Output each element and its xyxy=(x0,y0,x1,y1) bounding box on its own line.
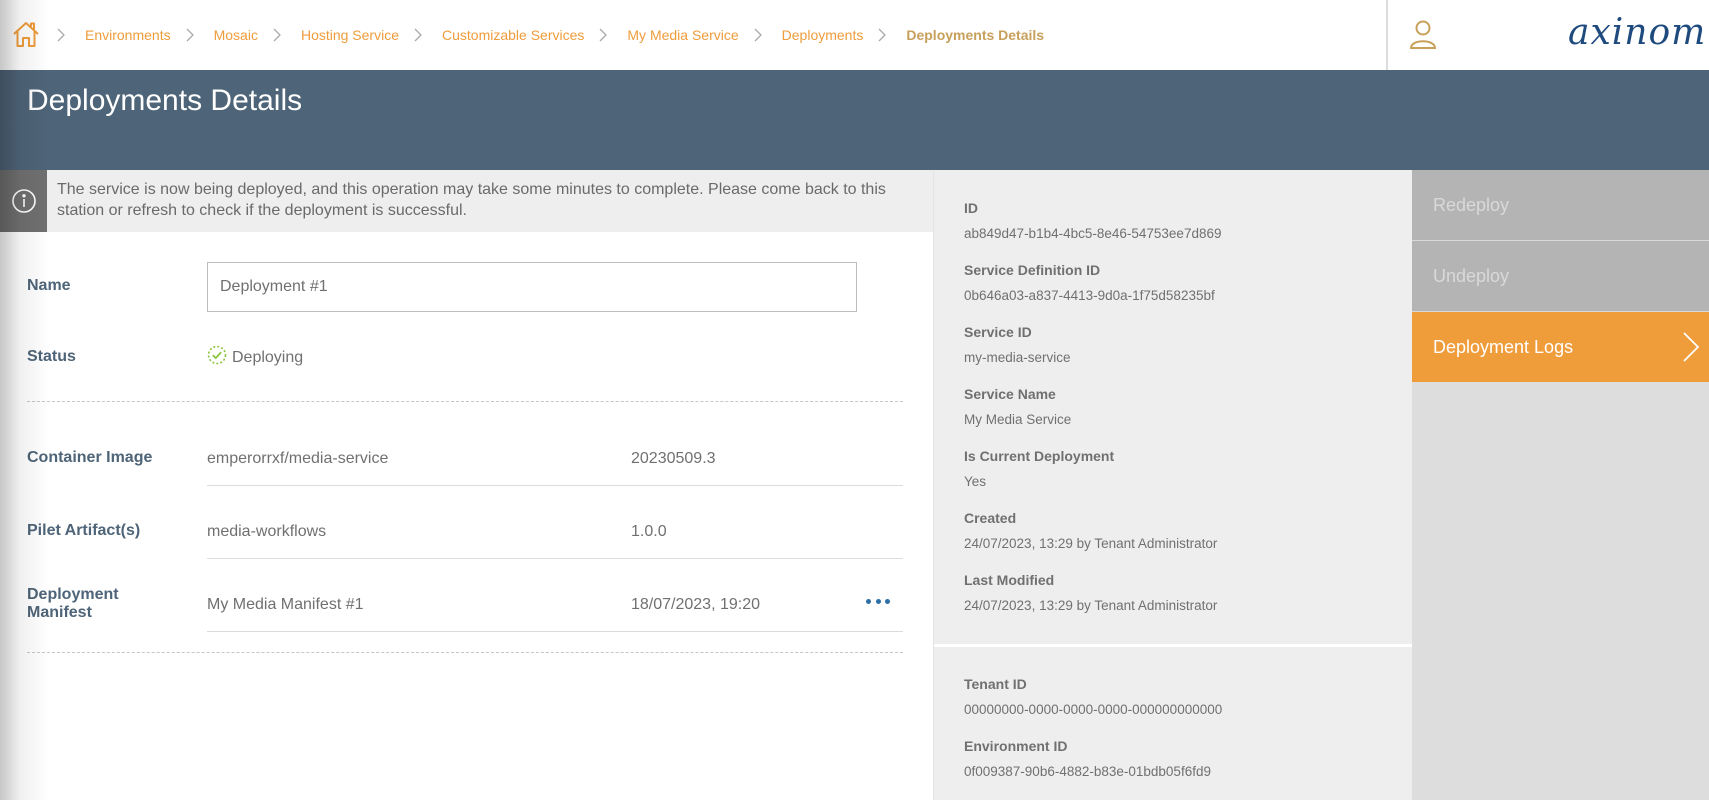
section-divider xyxy=(27,401,903,402)
home-icon[interactable] xyxy=(12,20,40,48)
detail-last-modified-label: Last Modified xyxy=(964,572,1055,588)
redeploy-button[interactable]: Redeploy xyxy=(1412,170,1709,240)
breadcrumb-separator-icon xyxy=(407,28,429,42)
breadcrumb-separator-icon xyxy=(266,28,288,42)
detail-is-current-deployment-value: Yes xyxy=(964,474,987,489)
detail-environment-id-value: 0f009387-90b6-4882-b83e-01bdb05f6fd9 xyxy=(964,764,1211,779)
deployment-manifest-date: 18/07/2023, 19:20 xyxy=(631,596,761,613)
deployment-manifest-label: Deployment Manifest xyxy=(27,586,119,622)
chevron-right-icon xyxy=(1681,331,1701,363)
deploying-check-icon xyxy=(207,345,227,370)
breadcrumb-hosting-service[interactable]: Hosting Service xyxy=(301,27,399,43)
detail-service-name-value: My Media Service xyxy=(964,412,1072,427)
pilet-artifact-name: media-workflows xyxy=(207,523,327,540)
detail-environment-id-label: Environment ID xyxy=(964,738,1068,754)
breadcrumb-separator-icon xyxy=(592,28,614,42)
deployment-manifest-label-line2: Manifest xyxy=(27,604,92,621)
info-banner-text: The service is now being deployed, and t… xyxy=(57,181,886,219)
detail-id-value: ab849d47-b1b4-4bc5-8e46-54753ee7d869 xyxy=(964,226,1222,241)
detail-is-current-deployment-label: Is Current Deployment xyxy=(964,448,1115,464)
detail-service-id-label: Service ID xyxy=(964,324,1032,340)
detail-tenant-id-value: 00000000-0000-0000-0000-000000000000 xyxy=(964,702,1223,717)
name-label: Name xyxy=(27,277,71,294)
detail-service-name-label: Service Name xyxy=(964,386,1056,402)
main-form: The service is now being deployed, and t… xyxy=(0,170,933,800)
detail-created-value: 24/07/2023, 13:29 by Tenant Administrato… xyxy=(964,536,1218,551)
detail-service-definition-id-label: Service Definition ID xyxy=(964,262,1101,278)
details-panel: ID ab849d47-b1b4-4bc5-8e46-54753ee7d869 … xyxy=(933,170,1413,800)
breadcrumb-my-media-service[interactable]: My Media Service xyxy=(627,27,738,43)
detail-last-modified-value: 24/07/2023, 13:29 by Tenant Administrato… xyxy=(964,598,1218,613)
detail-service-definition-id-value: 0b646a03-a837-4413-9d0a-1f75d58235bf xyxy=(964,288,1215,303)
details-separator xyxy=(934,644,1413,647)
info-icon xyxy=(0,170,47,232)
more-options-icon[interactable] xyxy=(866,596,890,606)
container-image-label: Container Image xyxy=(27,449,153,466)
undeploy-button-label: Undeploy xyxy=(1433,265,1510,286)
section-divider xyxy=(27,652,903,653)
breadcrumb-separator-icon xyxy=(747,28,769,42)
info-banner: The service is now being deployed, and t… xyxy=(0,170,933,232)
top-header: Environments Mosaic Hosting Service Cust… xyxy=(0,0,1709,70)
breadcrumb-mosaic[interactable]: Mosaic xyxy=(214,27,258,43)
container-image-name: emperorrxf/media-service xyxy=(207,450,389,467)
breadcrumb-customizable-services[interactable]: Customizable Services xyxy=(442,27,584,43)
status-text: Deploying xyxy=(232,348,304,366)
page-title: Deployments Details xyxy=(27,84,303,117)
breadcrumb-separator-icon xyxy=(179,28,201,42)
breadcrumb-separator-icon xyxy=(50,28,72,42)
user-icon[interactable] xyxy=(1408,19,1438,51)
redeploy-button-label: Redeploy xyxy=(1433,194,1510,215)
detail-id-label: ID xyxy=(964,200,978,216)
row-divider xyxy=(207,485,903,486)
deployment-logs-button-label: Deployment Logs xyxy=(1433,336,1574,357)
status-value: Deploying xyxy=(207,345,303,370)
status-label: Status xyxy=(27,348,76,365)
row-divider xyxy=(207,558,903,559)
breadcrumb-separator-icon xyxy=(871,28,893,42)
deployment-manifest-label-line1: Deployment xyxy=(27,586,119,603)
undeploy-button[interactable]: Undeploy xyxy=(1412,241,1709,311)
detail-service-id-value: my-media-service xyxy=(964,350,1071,365)
deployment-manifest-name: My Media Manifest #1 xyxy=(207,596,364,613)
pilet-artifact-version: 1.0.0 xyxy=(631,523,667,540)
breadcrumb-current: Deployments Details xyxy=(906,27,1045,43)
row-divider xyxy=(207,631,903,632)
deployment-logs-button[interactable]: Deployment Logs xyxy=(1412,312,1709,382)
title-band: Deployments Details xyxy=(0,70,1709,170)
axinom-logo: axinom! xyxy=(1568,12,1709,53)
breadcrumb-deployments[interactable]: Deployments xyxy=(782,27,864,43)
detail-created-label: Created xyxy=(964,510,1017,526)
header-divider xyxy=(1386,0,1388,70)
pilet-artifacts-label: Pilet Artifact(s) xyxy=(27,522,141,539)
detail-tenant-id-label: Tenant ID xyxy=(964,676,1027,692)
name-input[interactable] xyxy=(207,262,857,312)
actions-panel: Redeploy Undeploy Deployment Logs xyxy=(1412,170,1709,800)
breadcrumb: Environments Mosaic Hosting Service Cust… xyxy=(50,0,1044,70)
container-image-version: 20230509.3 xyxy=(631,450,716,467)
breadcrumb-environments[interactable]: Environments xyxy=(85,27,171,43)
